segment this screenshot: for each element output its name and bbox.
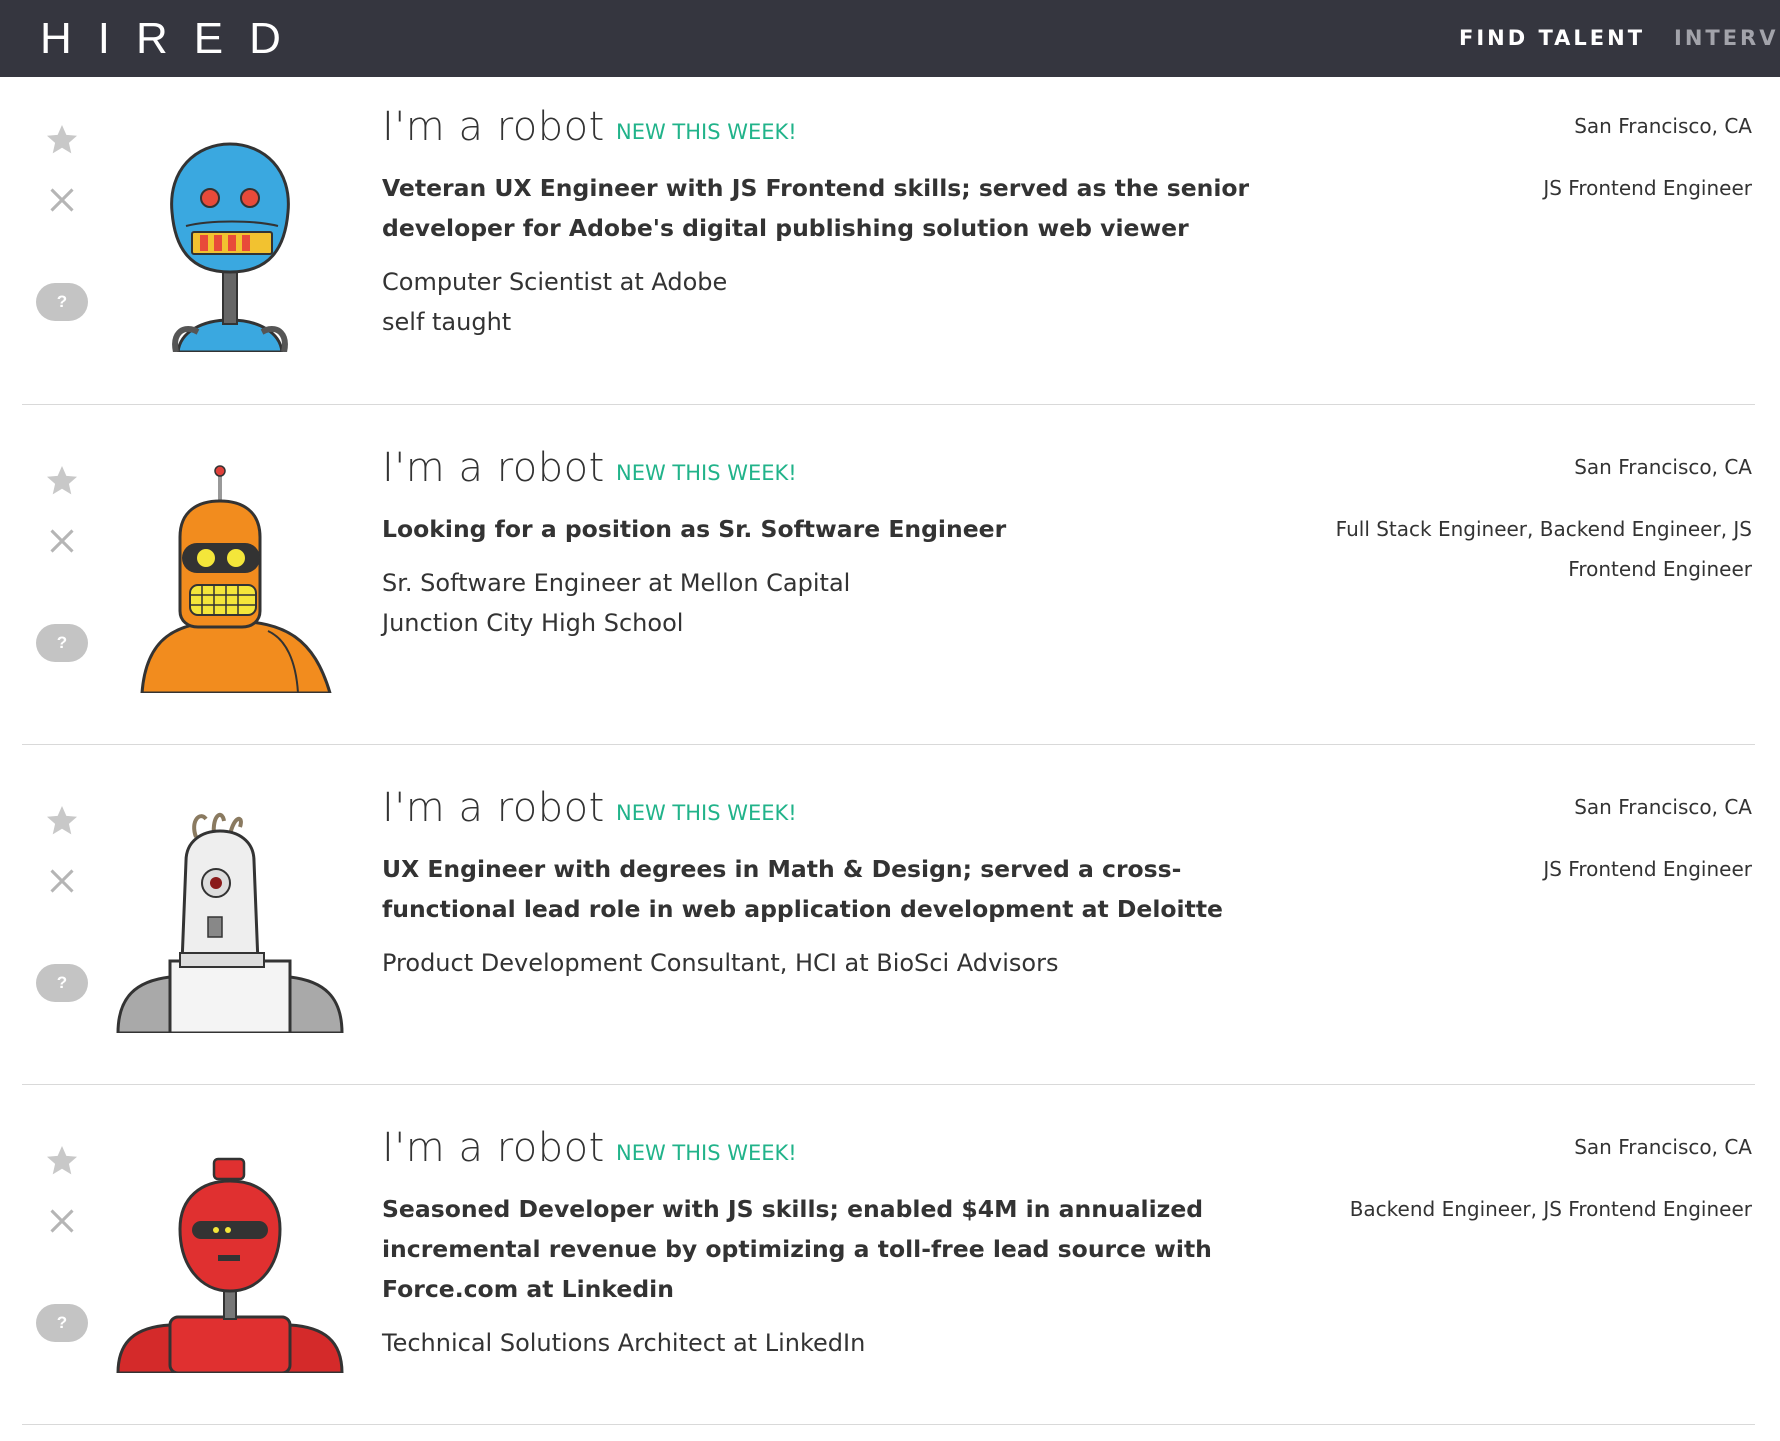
card-divider xyxy=(22,1424,1755,1425)
candidate-name[interactable]: I'm a robot xyxy=(382,445,605,491)
new-this-week-badge: NEW THIS WEEK! xyxy=(616,1141,797,1165)
question-button[interactable]: ? xyxy=(36,964,88,1002)
close-icon[interactable] xyxy=(48,186,76,214)
candidate-roles: Backend Engineer, JS Frontend Engineer xyxy=(1349,1197,1752,1221)
blue-robot-avatar xyxy=(170,142,290,352)
candidate-card[interactable]: ? I'm a robot NEW THIS WEEK! UX Engineer… xyxy=(0,761,1780,1101)
star-icon[interactable] xyxy=(44,803,80,839)
card-divider xyxy=(22,404,1755,405)
candidate-name[interactable]: I'm a robot xyxy=(382,785,605,831)
candidate-roles: JS Frontend Engineer xyxy=(1543,857,1752,881)
candidate-headline: Seasoned Developer with JS skills; enabl… xyxy=(382,1195,1212,1303)
question-button[interactable]: ? xyxy=(36,624,88,662)
star-icon[interactable] xyxy=(44,1143,80,1179)
red-robot-avatar xyxy=(116,1157,344,1373)
white-robot-avatar xyxy=(116,812,344,1033)
top-navigation-bar: HIRED FIND TALENT INTERVI xyxy=(0,0,1780,77)
candidate-location: San Francisco, CA xyxy=(1574,1135,1752,1159)
candidate-current-role: Sr. Software Engineer at Mellon Capital xyxy=(382,569,851,597)
candidate-headline: Veteran UX Engineer with JS Frontend ski… xyxy=(382,174,1250,242)
candidate-current-role: Product Development Consultant, HCI at B… xyxy=(382,949,1059,977)
candidate-current-role: Technical Solutions Architect at LinkedI… xyxy=(382,1329,866,1357)
question-button[interactable]: ? xyxy=(36,283,88,321)
new-this-week-badge: NEW THIS WEEK! xyxy=(616,801,797,825)
candidate-current-role: Computer Scientist at Adobe xyxy=(382,268,728,296)
candidate-location: San Francisco, CA xyxy=(1574,795,1752,819)
candidate-headline: UX Engineer with degrees in Math & Desig… xyxy=(382,855,1223,923)
hired-logo[interactable]: HIRED xyxy=(40,14,307,64)
nav-interviews[interactable]: INTERVI xyxy=(1674,26,1780,50)
close-icon[interactable] xyxy=(48,867,76,895)
candidate-education: Junction City High School xyxy=(382,609,684,637)
close-icon[interactable] xyxy=(48,527,76,555)
new-this-week-badge: NEW THIS WEEK! xyxy=(616,120,797,144)
close-icon[interactable] xyxy=(48,1207,76,1235)
card-divider xyxy=(22,744,1755,745)
candidate-name[interactable]: I'm a robot xyxy=(382,1125,605,1171)
orange-robot-avatar xyxy=(140,465,332,693)
candidate-card[interactable]: ? I'm a robot NEW THIS WEEK! Veteran UX … xyxy=(0,80,1780,420)
new-this-week-badge: NEW THIS WEEK! xyxy=(616,461,797,485)
candidate-location: San Francisco, CA xyxy=(1574,114,1752,138)
star-icon[interactable] xyxy=(44,463,80,499)
nav-find-talent[interactable]: FIND TALENT xyxy=(1459,26,1645,50)
candidate-roles: JS Frontend Engineer xyxy=(1543,176,1752,200)
candidate-card[interactable]: ? I'm a robot NEW THIS WEEK! Looking for… xyxy=(0,421,1780,761)
candidate-headline: Looking for a position as Sr. Software E… xyxy=(382,515,1007,543)
question-button[interactable]: ? xyxy=(36,1304,88,1342)
star-icon[interactable] xyxy=(44,122,80,158)
candidate-roles: Full Stack Engineer, Backend Engineer, J… xyxy=(1335,517,1752,581)
candidate-card[interactable]: ? I'm a robot NEW THIS WEEK! Seasoned De… xyxy=(0,1101,1780,1441)
candidate-location: San Francisco, CA xyxy=(1574,455,1752,479)
candidate-name[interactable]: I'm a robot xyxy=(382,104,605,150)
candidate-education: self taught xyxy=(382,308,512,336)
card-divider xyxy=(22,1084,1755,1085)
